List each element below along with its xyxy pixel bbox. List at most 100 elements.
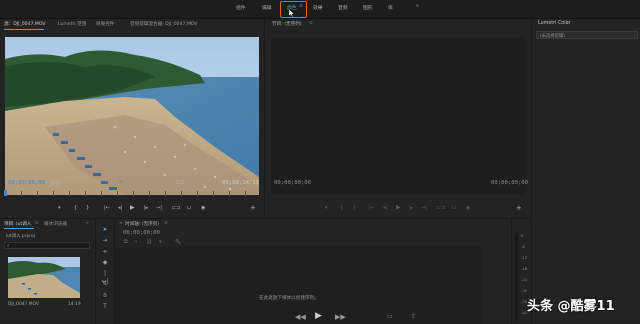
- program-monitor-panel: 节目: (无序列) ≡ 00;00;00;00 00;00;00;00 ▾ { …: [264, 19, 529, 217]
- hand-tool-icon[interactable]: ✋︎: [101, 292, 109, 300]
- workspace-overflow-button[interactable]: »: [416, 4, 419, 9]
- insert-button[interactable]: ⊏⊐: [172, 205, 180, 211]
- workspace-bar: 组件 编辑 颜色 ≡ 效果 音频 图形 库 »: [0, 0, 640, 19]
- tab-project[interactable]: 项目: lut调入: [4, 221, 31, 227]
- timeline-panel-title[interactable]: 时间轴: (无序列): [125, 221, 159, 227]
- wrench-icon[interactable]: 🔧︎: [212, 179, 219, 185]
- program-go-to-out-button[interactable]: →|: [421, 205, 427, 211]
- tab-audio-clip-mixer[interactable]: 音频剪辑混合器: DJI_0047.MOV: [130, 21, 198, 27]
- workspace-tab-audio[interactable]: 音频: [338, 4, 348, 11]
- track-select-tool-icon[interactable]: ⇥: [101, 237, 109, 245]
- play-button[interactable]: ▶: [130, 204, 135, 211]
- timeline-panel: × 时间轴: (无序列) ≡ 00;00;00;00 ⧉ ∩ ⛓︎ ▾ 🔧︎ 在…: [114, 218, 511, 324]
- clip-dropdown[interactable]: (未选择剪辑): [536, 31, 638, 39]
- project-panel: 项目: lut调入 ≡ 媒体浏览器 » lut调入.prproj ⌕ DJI_0…: [0, 218, 94, 324]
- program-mark-out-button[interactable]: }: [353, 205, 356, 211]
- lumetri-color-panel: Lumetri Color ≡ (未选择剪辑): [531, 19, 640, 324]
- source-playhead[interactable]: [4, 190, 7, 196]
- program-step-forward-button[interactable]: |▸: [409, 205, 413, 211]
- clip-name: DJI_0047.MOV: [8, 302, 39, 307]
- program-add-marker-button[interactable]: ▾: [325, 205, 328, 211]
- tab-effect-controls[interactable]: 效果控件: [96, 21, 114, 27]
- source-tab-underline: [4, 29, 44, 30]
- linked-selection-icon[interactable]: ⛓︎: [146, 239, 152, 245]
- program-mark-in-button[interactable]: {: [340, 205, 343, 211]
- workspace-tab-editing[interactable]: 编辑: [262, 4, 272, 11]
- program-play-button[interactable]: ▶: [396, 204, 401, 211]
- program-timecode-current[interactable]: 00;00;00;00: [274, 180, 311, 186]
- snap-toggle-icon[interactable]: ∩: [134, 239, 138, 245]
- go-to-out-button[interactable]: →|: [156, 205, 162, 211]
- program-add-button[interactable]: +: [516, 204, 522, 212]
- export-frame-icon[interactable]: ◉: [201, 205, 205, 211]
- timeline-panel-menu-icon[interactable]: ≡: [164, 221, 168, 226]
- project-panel-overflow-button[interactable]: »: [86, 221, 89, 226]
- timeline-settings-icon[interactable]: 🔧︎: [175, 239, 181, 245]
- type-tool-icon[interactable]: T: [101, 303, 109, 311]
- workspace-tab-assembly[interactable]: 组件: [236, 4, 246, 11]
- step-forward-button[interactable]: |▸: [144, 205, 148, 211]
- quality-dropdown[interactable]: 1/2: [176, 180, 184, 186]
- workspace-tab-effects[interactable]: 效果: [313, 4, 323, 11]
- timeline-timecode[interactable]: 00;00;00;00: [123, 230, 160, 236]
- meter-label-18: -18: [521, 266, 528, 271]
- clip-duration: 14:19: [68, 302, 81, 307]
- watermark: 头条 @酷雾11: [527, 299, 615, 314]
- source-panel-tabs: 源：DJI_0047.MOV Lumetri 范围 效果控件 音频剪辑混合器: …: [4, 21, 262, 29]
- workspace-tab-libraries[interactable]: 库: [388, 4, 393, 11]
- search-input[interactable]: ⌕: [4, 242, 90, 249]
- program-step-back-button[interactable]: ◂|: [383, 205, 387, 211]
- fit-dropdown[interactable]: 适合: [50, 180, 60, 187]
- timeline-export-icon[interactable]: ▭: [387, 313, 393, 320]
- timeline-rewind-button[interactable]: ◀◀: [295, 313, 306, 321]
- timeline-drop-message: 在此处放下媒体以创建序列。: [259, 296, 319, 301]
- meter-label-12: -12: [521, 255, 528, 260]
- nest-toggle-icon[interactable]: ⧉: [124, 239, 128, 245]
- tools-panel: ➤ ⇥ ⟛ ◆ |↔| ✎ ✋︎ T: [95, 218, 113, 324]
- ripple-edit-tool-icon[interactable]: ⟛: [101, 248, 109, 256]
- go-to-in-button[interactable]: |←: [104, 205, 110, 211]
- timeline-play-button[interactable]: ▶: [315, 311, 322, 321]
- workspace-tab-graphics[interactable]: 图形: [363, 4, 373, 11]
- source-settings-icon[interactable]: ▦: [119, 179, 124, 185]
- add-marker-button[interactable]: ▾: [58, 205, 61, 211]
- program-extract-button[interactable]: ⊔: [452, 205, 456, 211]
- add-marker-icon[interactable]: ▾: [159, 239, 162, 245]
- razor-tool-icon[interactable]: ◆: [101, 259, 109, 267]
- meter-label-6: -6: [521, 244, 525, 249]
- tab-lumetri-scopes[interactable]: Lumetri 范围: [58, 21, 86, 27]
- selection-tool-icon[interactable]: ➤: [101, 226, 109, 234]
- program-panel-menu-icon[interactable]: ≡: [309, 21, 313, 26]
- lumetri-panel-menu-icon[interactable]: ≡: [566, 21, 570, 26]
- pen-tool-icon[interactable]: ✎: [101, 281, 109, 289]
- clip-thumbnail[interactable]: [8, 257, 80, 298]
- project-tab-underline: [4, 228, 34, 229]
- audio-meter-bar: [515, 233, 518, 321]
- video-frame: [5, 37, 259, 195]
- source-time-ruler[interactable]: [5, 191, 259, 196]
- mark-out-button[interactable]: }: [86, 205, 89, 211]
- source-timecode-duration: 00;00;14;19: [222, 180, 260, 186]
- timeline-share-icon[interactable]: ⇪: [411, 313, 416, 320]
- tab-media-browser[interactable]: 媒体浏览器: [44, 221, 67, 227]
- overwrite-button[interactable]: ⊔: [187, 205, 191, 211]
- source-timecode-current[interactable]: 00;00;00;00: [8, 180, 45, 186]
- timeline-forward-button[interactable]: ▶▶: [335, 313, 346, 321]
- program-export-frame-icon[interactable]: ◉: [466, 205, 470, 211]
- timeline-close-icon[interactable]: ×: [119, 221, 123, 226]
- project-file-label: lut调入.prproj: [6, 234, 35, 239]
- step-back-button[interactable]: ◂|: [118, 205, 122, 211]
- clip-dropdown-value: (未选择剪辑): [540, 34, 565, 39]
- program-lift-button[interactable]: ⊏⊐: [437, 205, 445, 211]
- slip-tool-icon[interactable]: |↔|: [101, 270, 109, 285]
- project-tab-menu-icon[interactable]: ≡: [35, 221, 39, 226]
- program-video-area: [271, 37, 525, 195]
- source-monitor-panel: 源：DJI_0047.MOV Lumetri 范围 效果控件 音频剪辑混合器: …: [0, 19, 262, 217]
- tab-source[interactable]: 源：DJI_0047.MOV: [4, 21, 46, 27]
- program-panel-title[interactable]: 节目: (无序列): [272, 21, 302, 27]
- meter-label-24: -24: [521, 277, 528, 282]
- add-button[interactable]: +: [250, 204, 256, 212]
- meter-label-0: 0: [521, 233, 524, 238]
- mark-in-button[interactable]: {: [74, 205, 77, 211]
- program-go-to-in-button[interactable]: |←: [369, 205, 375, 211]
